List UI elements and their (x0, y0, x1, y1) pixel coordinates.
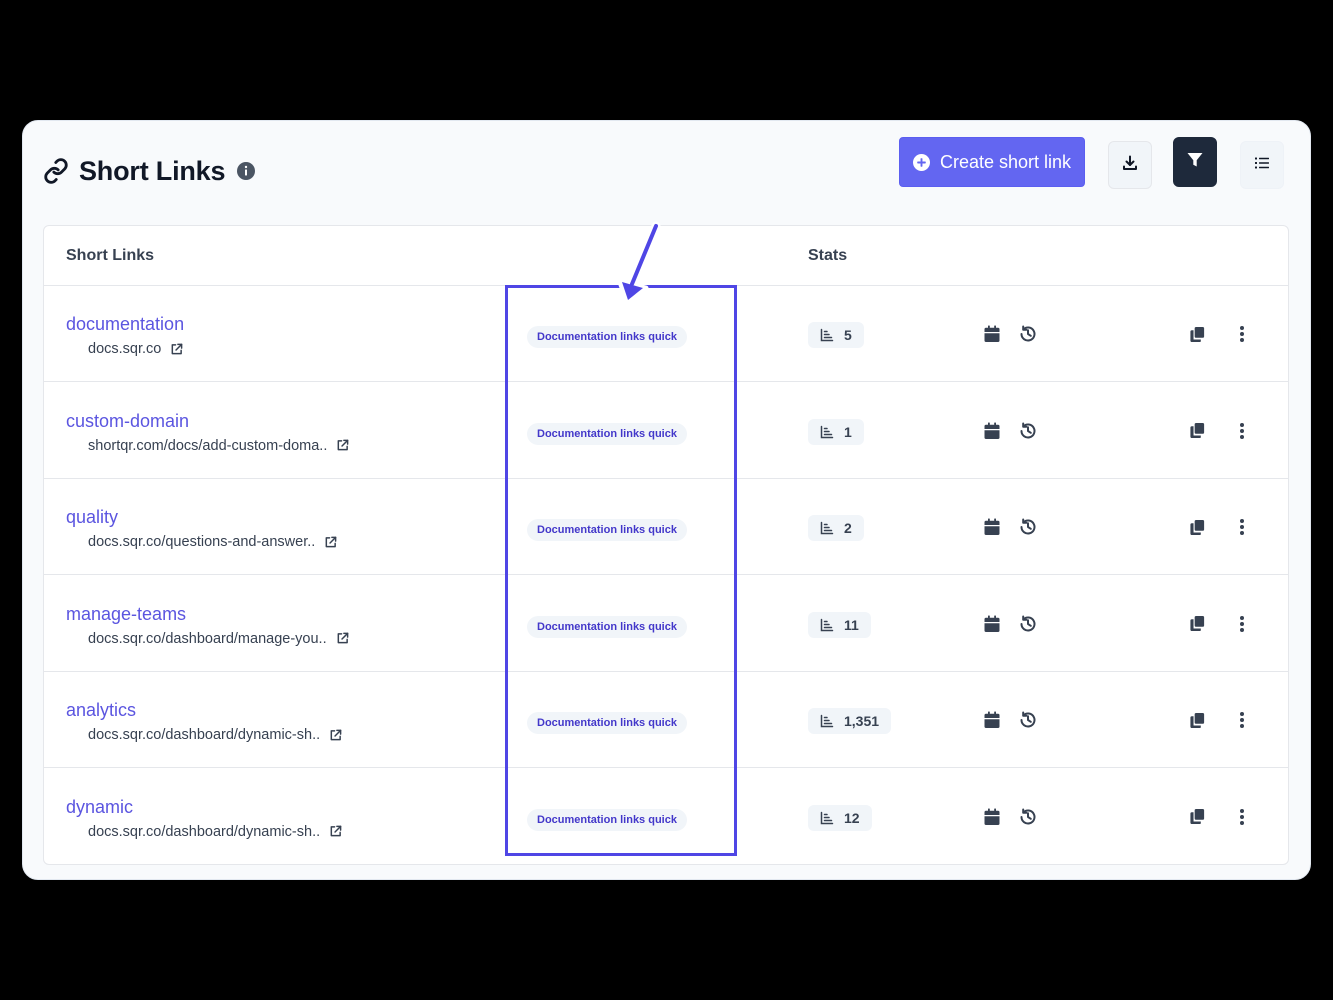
table-row: manage-teams docs.sqr.co/dashboard/manage… (44, 576, 1288, 672)
short-link-slug[interactable]: documentation (66, 314, 184, 335)
bar-chart-icon (820, 521, 834, 535)
copy-icon[interactable] (1187, 710, 1207, 730)
stats-badge[interactable]: 5 (808, 322, 864, 348)
history-icon[interactable] (1018, 324, 1038, 344)
more-vertical-icon[interactable] (1232, 324, 1252, 344)
short-link-slug[interactable]: custom-domain (66, 411, 189, 432)
destination-url: docs.sqr.co/dashboard/dynamic-sh.. (88, 824, 342, 840)
tag-badge[interactable]: Documentation links quick (527, 422, 687, 445)
create-short-link-button[interactable]: Create short link (899, 137, 1085, 187)
destination-url: docs.sqr.co/questions-and-answer.. (88, 534, 337, 550)
list-icon (1254, 155, 1270, 176)
history-icon[interactable] (1018, 710, 1038, 730)
bar-chart-icon (820, 425, 834, 439)
list-view-button[interactable] (1240, 141, 1284, 189)
more-vertical-icon[interactable] (1232, 807, 1252, 827)
stats-badge[interactable]: 11 (808, 611, 871, 638)
tag-badge[interactable]: Documentation links quick (527, 808, 687, 831)
table-row: quality docs.sqr.co/questions-and-answer.… (44, 479, 1288, 575)
bar-chart-icon (820, 811, 834, 825)
calendar-icon[interactable] (982, 807, 1002, 827)
table-row: custom-domain shortqr.com/docs/add-custom… (44, 383, 1288, 479)
bar-chart-icon (820, 328, 834, 342)
calendar-icon[interactable] (982, 324, 1002, 344)
short-link-slug[interactable]: manage-teams (66, 604, 186, 625)
copy-icon[interactable] (1187, 421, 1207, 441)
tag-badge[interactable]: Documentation links quick (527, 712, 687, 734)
copy-icon[interactable] (1187, 807, 1207, 827)
stats-count: 2 (844, 520, 852, 536)
destination-url: docs.sqr.co/dashboard/manage-you.. (88, 631, 349, 647)
history-icon[interactable] (1018, 517, 1038, 537)
filter-button[interactable] (1173, 137, 1217, 187)
external-link-icon[interactable] (336, 439, 349, 452)
stats-badge[interactable]: 12 (808, 804, 872, 831)
column-header-short-links: Short Links (66, 247, 155, 264)
stats-badge[interactable]: 1 (808, 418, 864, 445)
more-vertical-icon[interactable] (1232, 517, 1252, 537)
destination-url: shortqr.com/docs/add-custom-doma.. (88, 438, 349, 454)
table-row: dynamic docs.sqr.co/dashboard/dynamic-sh.… (44, 769, 1288, 865)
short-link-slug[interactable]: dynamic (66, 797, 133, 818)
page-title: Short Links (79, 155, 226, 186)
calendar-icon[interactable] (982, 517, 1002, 537)
create-short-link-label: Create short link (939, 151, 1072, 172)
filter-icon (1186, 151, 1204, 174)
destination-url: docs.sqr.co (88, 341, 183, 357)
stats-count: 12 (844, 809, 860, 826)
history-icon[interactable] (1018, 614, 1038, 634)
plus-circle-icon (912, 153, 930, 171)
bar-chart-icon (820, 714, 834, 728)
history-icon[interactable] (1018, 807, 1038, 827)
destination-url-text: docs.sqr.co/questions-and-answer.. (88, 534, 316, 550)
stats-count: 5 (844, 327, 852, 343)
destination-url-text: docs.sqr.co (88, 341, 162, 357)
destination-url-text: docs.sqr.co/dashboard/dynamic-sh.. (88, 823, 321, 840)
link-icon (43, 158, 69, 184)
stats-count: 11 (844, 616, 859, 633)
page-header: Short Links Create short link (23, 121, 1310, 221)
history-icon[interactable] (1018, 421, 1038, 441)
stats-count: 1 (844, 423, 852, 440)
info-icon[interactable] (237, 162, 256, 180)
calendar-icon[interactable] (982, 421, 1002, 441)
short-links-table: Short Links Stats documentation docs.sqr.… (43, 225, 1289, 865)
tag-badge[interactable]: Documentation links quick (527, 326, 687, 348)
calendar-icon[interactable] (982, 710, 1002, 730)
table-header: Short Links Stats (44, 226, 1288, 286)
short-links-window: Short Links Create short link Short Link… (22, 120, 1311, 880)
tag-badge[interactable]: Documentation links quick (527, 615, 687, 638)
external-link-icon[interactable] (170, 343, 183, 356)
more-vertical-icon[interactable] (1232, 614, 1252, 634)
short-link-slug[interactable]: quality (66, 507, 118, 528)
destination-url-text: docs.sqr.co/dashboard/dynamic-sh.. (88, 727, 321, 743)
table-row: documentation docs.sqr.co Documentation li… (44, 286, 1288, 382)
more-vertical-icon[interactable] (1232, 421, 1252, 441)
destination-url-text: shortqr.com/docs/add-custom-doma.. (88, 437, 328, 454)
destination-url: docs.sqr.co/dashboard/dynamic-sh.. (88, 727, 342, 743)
stats-count: 1,351 (844, 713, 880, 729)
external-link-icon[interactable] (324, 536, 337, 549)
copy-icon[interactable] (1187, 517, 1207, 537)
external-link-icon[interactable] (336, 632, 349, 645)
external-link-icon[interactable] (329, 729, 342, 742)
copy-icon[interactable] (1187, 324, 1207, 344)
download-button[interactable] (1108, 141, 1152, 189)
short-link-slug[interactable]: analytics (66, 700, 136, 721)
table-row: analytics docs.sqr.co/dashboard/dynamic-s… (44, 672, 1288, 768)
stats-badge[interactable]: 2 (808, 515, 864, 541)
stats-badge[interactable]: 1,351 (808, 708, 892, 734)
bar-chart-icon (820, 618, 834, 632)
more-vertical-icon[interactable] (1232, 710, 1252, 730)
tag-badge[interactable]: Documentation links quick (527, 519, 687, 541)
destination-url-text: docs.sqr.co/dashboard/manage-you.. (88, 630, 327, 647)
copy-icon[interactable] (1187, 614, 1207, 634)
calendar-icon[interactable] (982, 614, 1002, 634)
title-group: Short Links (43, 151, 256, 191)
column-header-stats: Stats (808, 247, 848, 264)
external-link-icon[interactable] (329, 825, 342, 838)
download-icon (1122, 155, 1138, 176)
